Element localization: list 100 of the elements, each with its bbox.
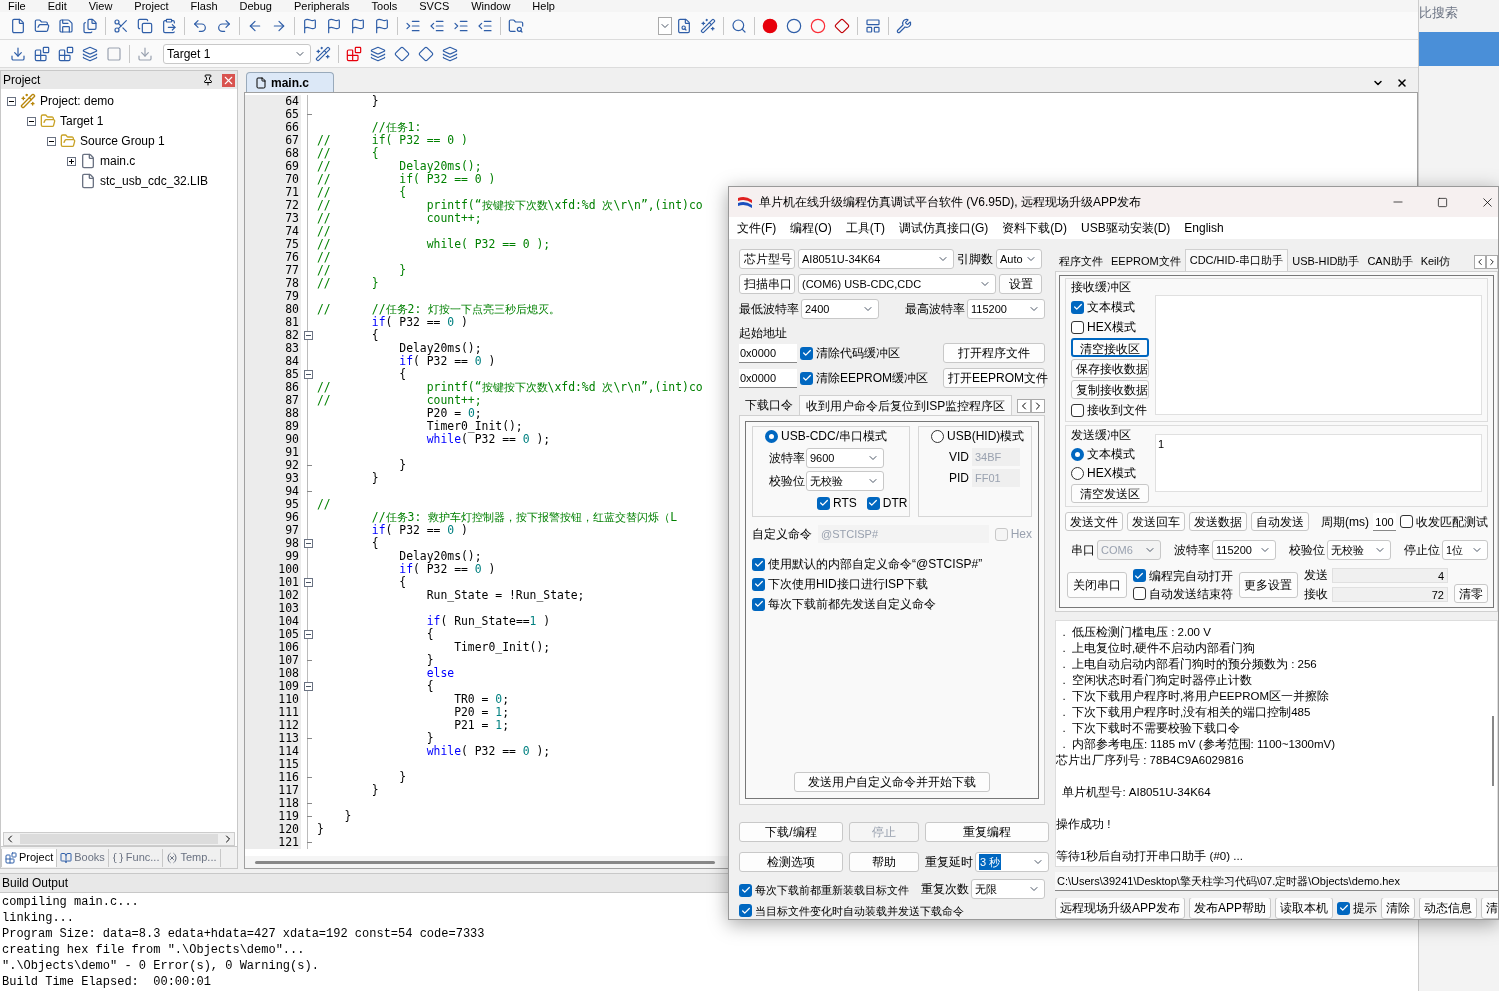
checkbox-label: DTR [882,495,908,512]
disabled-field: FF01 [972,469,1020,487]
line-number: 65 [245,108,301,121]
line-number: 95 [245,498,301,511]
label: 停止位 [1404,542,1440,559]
output-line: creating hex file from ".\Objects\demo"... [2,942,305,958]
code-line: // [316,225,331,238]
counter-field: 4 [1332,567,1448,583]
line-number: 87 [245,394,301,407]
log-line: . 内部参考电压: 1185 mV (参考范围: 1100~1300mV) [1061,737,1336,752]
code-line: // [316,498,331,511]
label: HEX模式 [1087,465,1136,482]
code-line: P20 = 0; [425,407,482,420]
line-number: 109 [245,680,301,693]
label: 最低波特率 [739,301,799,318]
code-line: // if( P32 == 0 ) [316,173,496,186]
log-line: 芯片出厂序列号 : 78B4C9A6029816 [1056,753,1244,768]
code-line: } [316,823,324,836]
code-line: if( P32 == 0 ) [370,524,468,537]
label: USB(HID)模式 [947,428,1025,445]
log-line: . 上电复位时,硬件不启动内部看门狗 [1061,641,1256,656]
code-line: // if( P32 == 0 ) [316,134,468,147]
label: 校验位 [1289,542,1325,559]
label: 最高波特率 [905,301,965,318]
checkbox-label: Hex [1010,526,1032,543]
line-number: 68 [245,147,301,160]
label: 起始地址 [739,325,787,342]
code-line: // [316,251,331,264]
code-line: // while( P32 == 0 ); [316,238,551,251]
line-number: 91 [245,446,301,459]
code-line: // //任务2: 灯按一下点亮三秒后熄灭。 [316,303,561,316]
output-line: Build Time Elapsed: 00:00:01 [2,974,211,990]
code-line: if( P32 == 0 ) [370,316,468,329]
line-number: 104 [245,615,301,628]
code-line: Timer0_Init(); [453,641,551,654]
output-line: ".\Objects\demo" - 0 Error(s), 0 Warning(s). [2,958,319,974]
code-line: Delay20ms(); [398,342,482,355]
code-line: { [425,680,434,693]
code-line: Delay20ms(); [398,550,482,563]
label: 发送 [1304,567,1328,584]
line-number: 92 [245,459,301,472]
checkbox-label: 接收到文件 [1087,402,1147,419]
line-number: 100 [245,563,301,576]
line-number: 111 [245,706,301,719]
code-line: // printf(“按键按下次数\xfd:%d 次\r\n”,(int)co [316,199,703,212]
line-number: 113 [245,732,301,745]
line-number: 97 [245,524,301,537]
code-line: } [425,654,434,667]
line-number: 96 [245,511,301,524]
line-number: 101 [245,576,301,589]
line-number: 103 [245,602,301,615]
code-line: else [425,667,455,680]
line-number: 70 [245,173,301,186]
code-line: // Delay20ms(); [316,160,482,173]
line-number: 83 [245,342,301,355]
code-line: // } [316,264,407,277]
line-number: 102 [245,589,301,602]
code-line: // { [316,186,407,199]
label: USB-CDC/串口模式 [781,428,887,445]
line-number: 67 [245,134,301,147]
log-line: . 上电自动启动内部看门狗时的预分频数为 : 256 [1061,657,1317,672]
window-title: 单片机在线升级编程仿真调试平台软件 (V6.95D), 远程现场升级APP发布 [759,194,1142,211]
line-number: 94 [245,485,301,498]
log-line: 单片机型号: AI8051U-34K64 [1061,785,1211,800]
line-number: 93 [245,472,301,485]
label: 接收缓冲区 [1071,279,1131,296]
code-line: P21 = 1; [453,719,510,732]
line-number: 108 [245,667,301,680]
log-line: . 下次下载时不需要校验下载口令 [1061,721,1240,736]
line-number: 85 [245,368,301,381]
line-number: 120 [245,823,301,836]
line-number: 98 [245,537,301,550]
checkbox-label: 自动发送结束符 [1148,585,1233,603]
line-number: 118 [245,797,301,810]
log-line: . 低压检测门槛电压 : 2.00 V [1061,625,1211,640]
code-line: } [370,95,379,108]
code-line: } [398,771,407,784]
line-number: 78 [245,277,301,290]
line-number: 76 [245,251,301,264]
code-line: //任务3: 救护车灯控制器，按下报警按钮，红蓝交替闪烁（L [370,511,677,524]
code-line: Run_State = !Run_State; [425,589,585,602]
line-number: 81 [245,316,301,329]
disabled-field: 34BF [972,448,1020,466]
code-line: } [370,784,379,797]
label: 波特率 [769,450,803,467]
code-line: // printf(“按键按下次数\xfd:%d 次\r\n”,(int)co [316,381,703,394]
line-number: 106 [245,641,301,654]
code-line: } [425,732,434,745]
output-line: compiling main.c... [2,894,139,910]
label: 重复延时 [925,854,973,871]
checkbox-label: HEX模式 [1087,319,1136,336]
checkbox-label: 收发匹配测试 [1416,513,1488,531]
line-number: 88 [245,407,301,420]
line-number: 84 [245,355,301,368]
panel-title: Build Output [2,875,69,892]
line-number: 71 [245,186,301,199]
line-number: 99 [245,550,301,563]
panel-title: Project [3,72,41,89]
log-line: 等待1秒后自动打开串口助手 (#0) ... [1056,849,1243,864]
code-line: // count++; [316,394,482,407]
